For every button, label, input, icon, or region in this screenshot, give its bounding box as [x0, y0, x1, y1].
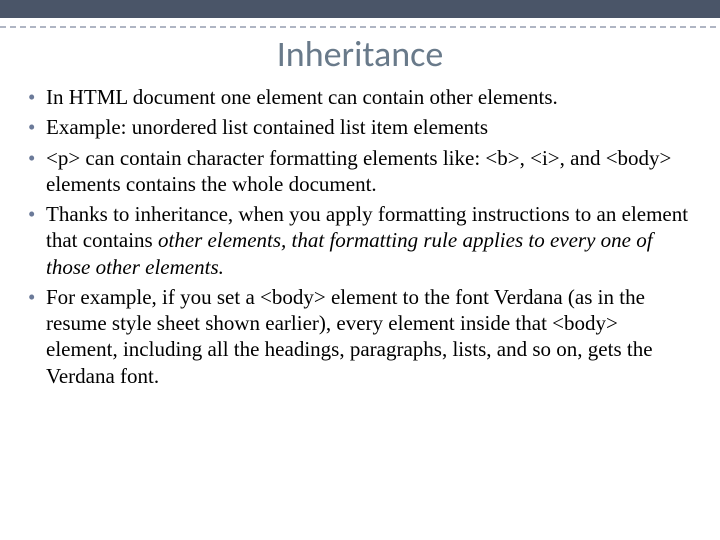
list-item: Thanks to inheritance, when you apply fo… [28, 201, 692, 280]
content-area: In HTML document one element can contain… [0, 84, 720, 389]
list-item: <p> can contain character formatting ele… [28, 145, 692, 198]
slide-title: Inheritance [0, 32, 720, 76]
slide: Inheritance In HTML document one element… [0, 0, 720, 540]
bullet-text: In HTML document one element can contain… [46, 85, 558, 109]
list-item: For example, if you set a <body> element… [28, 284, 692, 389]
bullet-text: For example, if you set a <body> element… [46, 285, 653, 388]
bullet-text: Example: unordered list contained list i… [46, 115, 488, 139]
bullet-text: <p> can contain character formatting ele… [46, 146, 671, 196]
list-item: In HTML document one element can contain… [28, 84, 692, 110]
bullet-list: In HTML document one element can contain… [28, 84, 692, 389]
header-bar [0, 0, 720, 18]
list-item: Example: unordered list contained list i… [28, 114, 692, 140]
header-rule [0, 26, 720, 28]
